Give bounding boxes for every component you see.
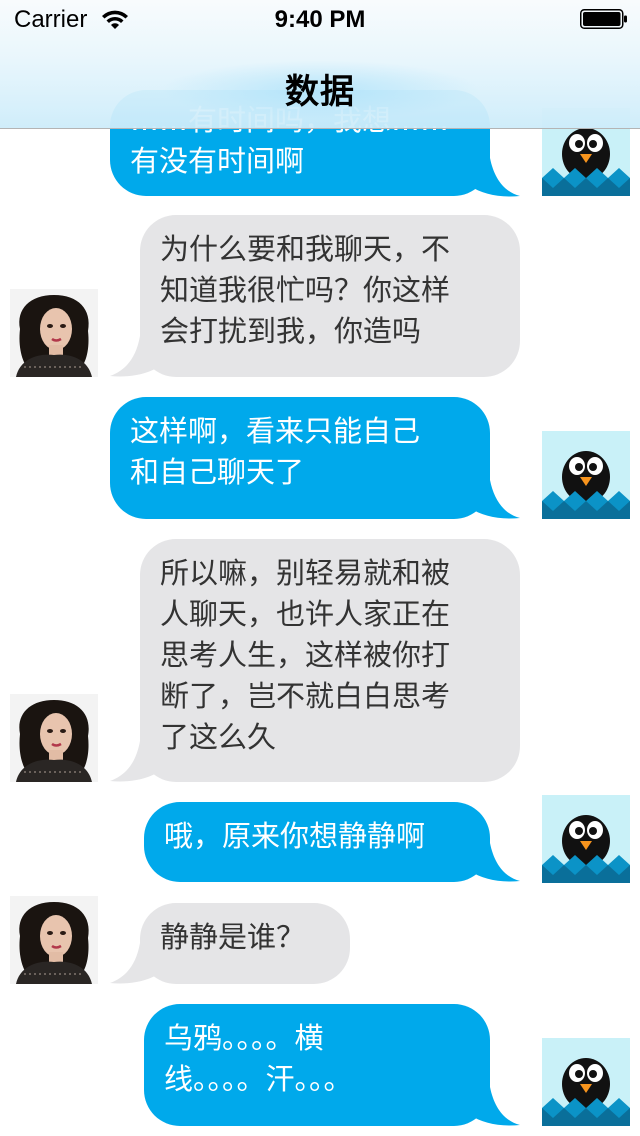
message-text-line: 和自己聊天了 <box>130 455 305 489</box>
battery-icon <box>580 9 627 29</box>
message-bubble-received[interactable]: 静静是谁？ <box>140 903 350 984</box>
bubble-tail <box>470 480 520 519</box>
message-text-line: 这样啊，看来只能自己 <box>130 414 421 448</box>
penguin-avatar-icon[interactable] <box>542 431 630 519</box>
penguin-avatar-icon[interactable] <box>542 1038 630 1126</box>
message-text-line: 为什么要和我聊天，不 <box>160 232 451 266</box>
status-time: 9:40 PM <box>274 6 366 33</box>
bubble-tail <box>470 843 520 882</box>
message-text-line: 所以嘛，别轻易就和被 <box>160 556 451 590</box>
page-title: 数据 <box>285 72 355 112</box>
bubble-tail <box>470 1087 520 1126</box>
status-bar: Carrier 9:40 PM <box>0 0 640 40</box>
message-text-line: 人聊天，也许人家正在 <box>160 597 451 631</box>
message-text-line: 知道我很忙吗？你这样 <box>160 273 451 307</box>
message-text-line: 思考人生，这样被你打 <box>160 638 451 672</box>
message-bubble-received[interactable]: 所以嘛，别轻易就和被 人聊天，也许人家正在 思考人生，这样被你打 断了，岂不就白… <box>140 539 520 782</box>
message-text-line: 线。。。。汗。。。 <box>164 1062 353 1096</box>
message-bubble-sent[interactable]: 哦，原来你想静静啊 <box>144 802 490 882</box>
bubble-tail <box>470 158 520 197</box>
message-bubble-received[interactable]: 为什么要和我聊天，不 知道我很忙吗？你这样 会打扰到我，你造吗 <box>140 215 520 377</box>
message-bubble-sent[interactable]: 这样啊，看来只能自己 和自己聊天了 <box>110 397 490 519</box>
woman-photo-avatar[interactable] <box>10 289 98 377</box>
message-text-line: 了这么久 <box>160 720 277 754</box>
woman-photo-avatar[interactable] <box>10 896 98 984</box>
message-text-line: 有没有时间啊 <box>130 144 305 178</box>
message-bubble-sent[interactable]: 乌鸦。。。。横 线。。。。汗。。。 <box>144 1004 490 1126</box>
message-text-line: 断了，岂不就白白思考 <box>160 679 451 713</box>
chat-list[interactable]: ……有时间吗，我想…… 有没有时间啊 为什么要和我聊天，不 <box>0 0 640 1136</box>
message-text-line: 会打扰到我，你造吗 <box>160 314 422 348</box>
message-text-line: 静静是谁？ <box>160 920 306 954</box>
message-text-line: 哦，原来你想静静啊 <box>164 819 426 853</box>
penguin-avatar-icon[interactable] <box>542 795 630 883</box>
woman-photo-avatar[interactable] <box>10 694 98 782</box>
message-text-line: 乌鸦。。。。横 <box>164 1021 324 1055</box>
